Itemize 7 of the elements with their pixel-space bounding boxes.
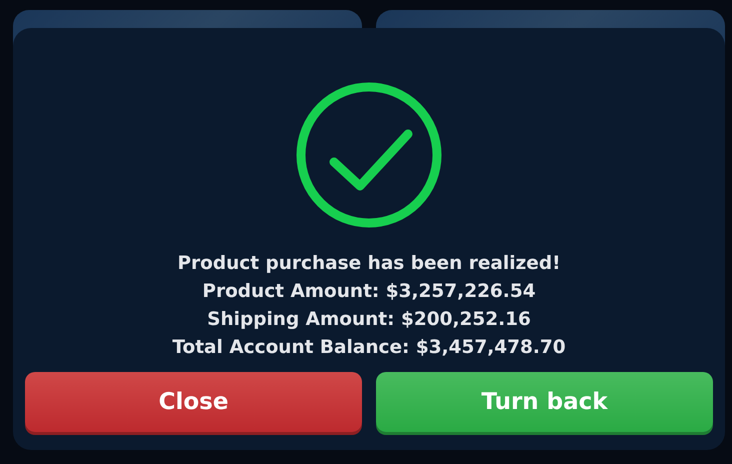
back-button[interactable]: Turn back [376,372,713,432]
message-line: Shipping Amount: $200,252.16 [206,308,532,332]
message-line: Total Account Balance: $3,457,478.70 [172,336,566,360]
message-line: Product Amount: $3,257,226.54 [201,280,537,304]
checkmark-icon [296,82,442,228]
message-line: Product purchase has been realized! [176,252,562,276]
close-button[interactable]: Close [25,372,362,432]
